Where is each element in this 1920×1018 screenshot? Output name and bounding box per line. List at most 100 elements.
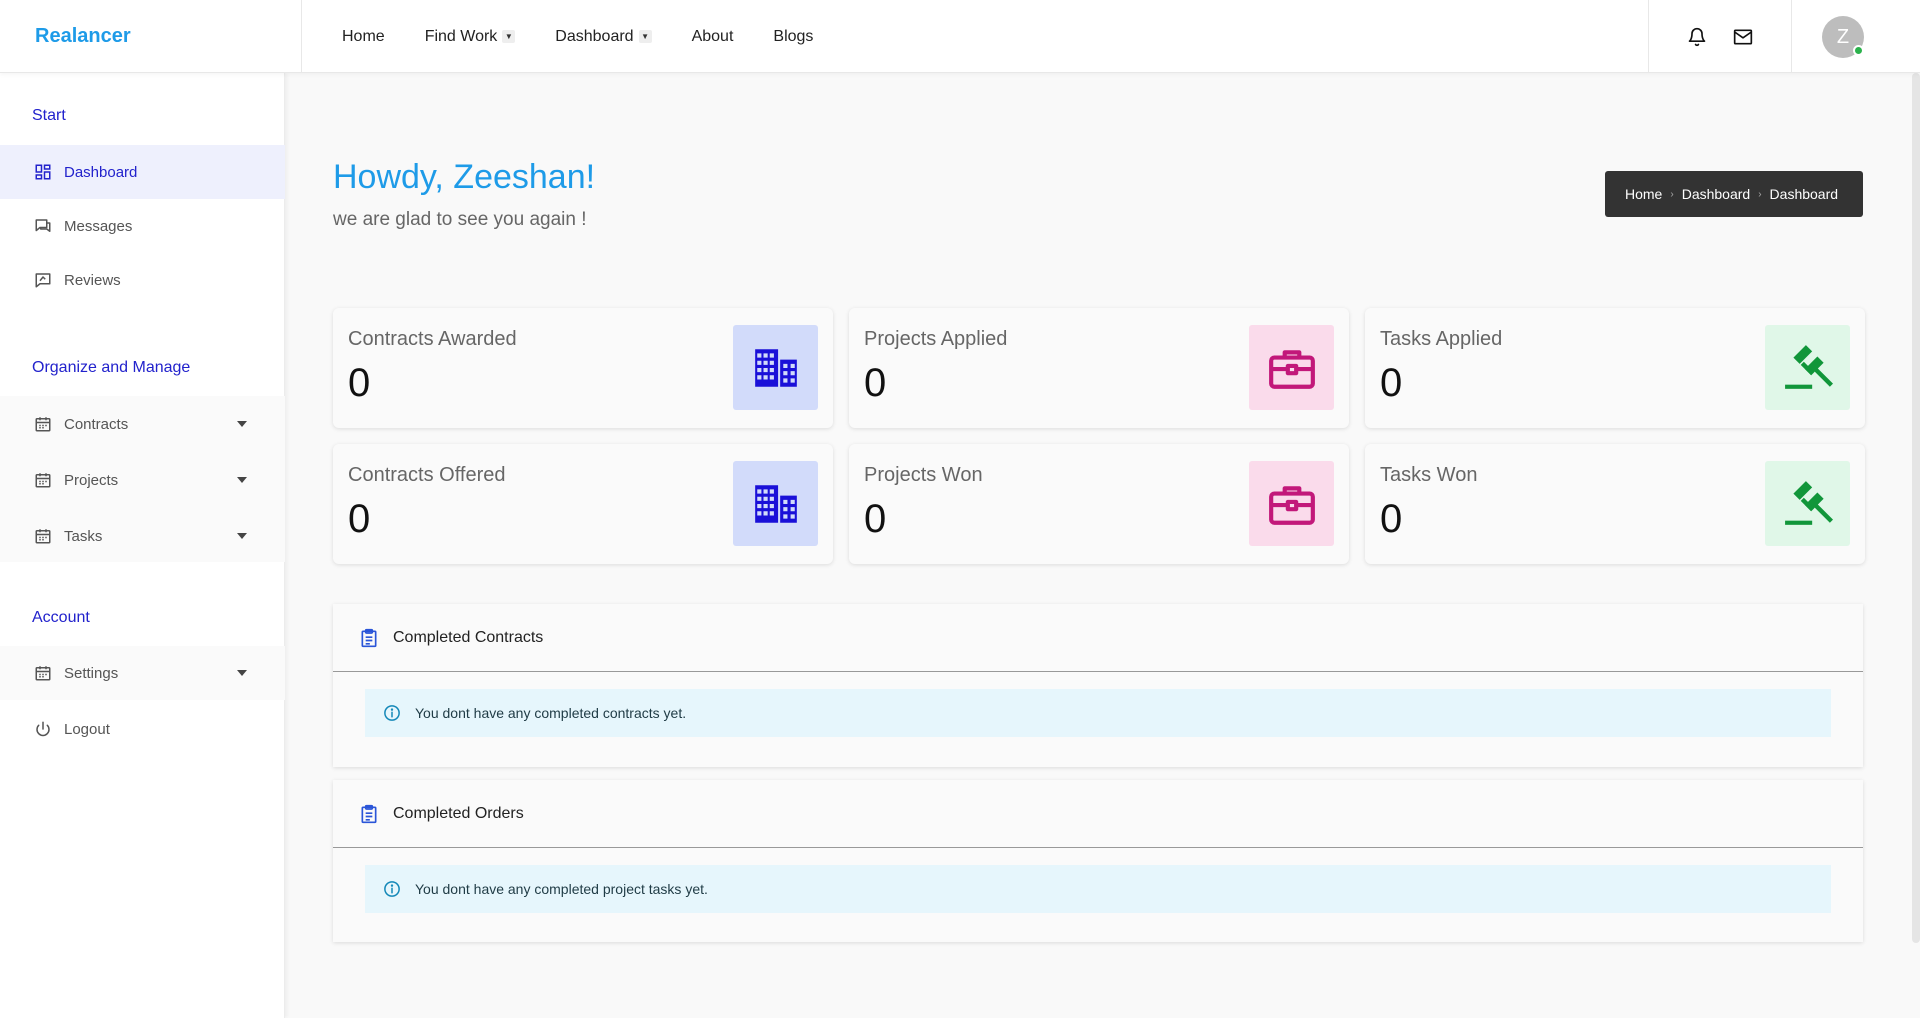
power-icon <box>36 721 50 737</box>
mail-icon[interactable] <box>1733 27 1753 47</box>
chevron-down-icon <box>237 477 247 483</box>
stat-value: 0 <box>1380 497 1403 541</box>
sidebar-item-label: Settings <box>64 664 119 682</box>
sidebar-item-label: Contracts <box>64 415 129 433</box>
nav-about[interactable]: About <box>692 28 734 46</box>
calendar-icon <box>35 666 51 681</box>
panel-title: Completed Contracts <box>393 628 544 646</box>
stat-icon-box <box>733 325 818 410</box>
building-icon <box>754 484 797 523</box>
sidebar: Start Dashboard Messages Reviews Organiz… <box>0 73 285 1018</box>
stat-card-contracts-awarded: Contracts Awarded 0 <box>333 308 833 428</box>
stat-label: Tasks Applied <box>1380 328 1503 350</box>
sidebar-item-settings[interactable]: Settings <box>0 646 285 700</box>
gavel-icon <box>1784 344 1833 389</box>
nav-dashboard-label: Dashboard <box>555 27 634 45</box>
stat-icon-box <box>733 461 818 546</box>
sidebar-heading-start: Start <box>32 107 66 124</box>
sidebar-item-label: Messages <box>64 217 133 235</box>
gavel-icon <box>1784 480 1833 525</box>
breadcrumb-item-dashboard[interactable]: Dashboard <box>1682 186 1751 202</box>
chevron-right-icon: › <box>1758 188 1762 200</box>
breadcrumb-item-home[interactable]: Home <box>1625 186 1662 202</box>
info-icon <box>384 881 400 897</box>
sidebar-item-contracts[interactable]: Contracts <box>0 397 285 451</box>
stat-card-contracts-offered: Contracts Offered 0 <box>333 444 833 564</box>
brand-name: Realancer <box>35 25 131 47</box>
sidebar-item-label: Reviews <box>64 271 121 289</box>
chevron-down-icon <box>237 533 247 539</box>
stat-icon-box <box>1249 461 1334 546</box>
top-actions <box>1648 0 1792 73</box>
bell-icon[interactable] <box>1687 27 1707 47</box>
nav-find-work[interactable]: Find Work ▼ <box>425 28 516 46</box>
sidebar-heading-account: Account <box>32 609 90 626</box>
stat-label: Projects Applied <box>864 328 1008 350</box>
brand-logo[interactable]: Realancer <box>0 0 302 73</box>
building-icon <box>754 348 797 387</box>
stat-icon-box <box>1249 325 1334 410</box>
info-alert: You dont have any completed project task… <box>365 865 1831 913</box>
chevron-down-icon <box>237 421 247 427</box>
stat-value: 0 <box>348 497 371 541</box>
panel-header: Completed Orders <box>333 780 1863 848</box>
breadcrumb: Home › Dashboard › Dashboard <box>1605 171 1863 217</box>
alert-message: You dont have any completed project task… <box>415 881 708 897</box>
reviews-icon <box>35 273 51 288</box>
nav-home-label: Home <box>342 27 385 45</box>
stat-value: 0 <box>348 361 371 405</box>
completed-contracts-panel: Completed Contracts You dont have any co… <box>333 604 1863 767</box>
dashboard-icon <box>35 164 51 180</box>
nav-blogs[interactable]: Blogs <box>773 28 813 46</box>
chevron-down-icon: ▼ <box>502 30 516 43</box>
stat-icon-box <box>1765 325 1850 410</box>
info-icon <box>384 705 400 721</box>
main-nav: Home Find Work ▼ Dashboard ▼ About Blogs <box>302 0 853 73</box>
panel-header: Completed Contracts <box>333 604 1863 672</box>
stat-value: 0 <box>864 497 887 541</box>
sidebar-item-projects[interactable]: Projects <box>0 453 285 507</box>
stat-value: 0 <box>864 361 887 405</box>
chevron-down-icon <box>237 670 247 676</box>
sidebar-item-label: Tasks <box>64 527 103 545</box>
stat-value: 0 <box>1380 361 1403 405</box>
calendar-icon <box>35 529 51 544</box>
breadcrumb-item-current: Dashboard <box>1769 186 1839 202</box>
stat-label: Tasks Won <box>1380 464 1478 486</box>
stat-icon-box <box>1765 461 1850 546</box>
sidebar-item-label: Logout <box>64 720 110 738</box>
stat-card-tasks-won: Tasks Won 0 <box>1365 444 1865 564</box>
sidebar-item-label: Dashboard <box>64 163 138 181</box>
info-alert: You dont have any completed contracts ye… <box>365 689 1831 737</box>
clipboard-icon <box>361 628 377 647</box>
top-navbar: Realancer Home Find Work ▼ Dashboard ▼ Abo… <box>0 0 1920 73</box>
completed-orders-panel: Completed Orders You dont have any compl… <box>333 780 1863 942</box>
sidebar-item-messages[interactable]: Messages <box>0 199 285 253</box>
sidebar-item-label: Projects <box>64 471 119 489</box>
alert-message: You dont have any completed contracts ye… <box>415 705 687 721</box>
sidebar-item-dashboard[interactable]: Dashboard <box>0 145 285 199</box>
calendar-icon <box>35 473 51 488</box>
briefcase-icon <box>1268 349 1315 389</box>
page-subtitle: we are glad to see you again ! <box>333 209 587 230</box>
clipboard-icon <box>361 804 377 823</box>
stat-label: Projects Won <box>864 464 983 486</box>
user-avatar[interactable]: Z <box>1822 16 1864 58</box>
chevron-right-icon: › <box>1670 188 1674 200</box>
page-scrollbar[interactable] <box>1912 73 1920 943</box>
page-title: Howdy, Zeeshan! <box>333 158 596 196</box>
sidebar-item-reviews[interactable]: Reviews <box>0 253 285 307</box>
stat-card-projects-applied: Projects Applied 0 <box>849 308 1349 428</box>
sidebar-heading-organize: Organize and Manage <box>32 359 191 376</box>
nav-home[interactable]: Home <box>342 28 385 46</box>
stat-card-tasks-applied: Tasks Applied 0 <box>1365 308 1865 428</box>
briefcase-icon <box>1268 485 1315 525</box>
nav-dashboard[interactable]: Dashboard ▼ <box>555 27 652 46</box>
sidebar-item-tasks[interactable]: Tasks <box>0 509 285 563</box>
sidebar-item-logout[interactable]: Logout <box>0 702 285 756</box>
nav-about-label: About <box>691 27 734 45</box>
nav-find-work-label: Find Work <box>424 27 498 45</box>
stat-label: Contracts Offered <box>348 464 506 486</box>
online-status-dot <box>1853 45 1864 56</box>
chevron-down-icon: ▼ <box>638 30 652 43</box>
